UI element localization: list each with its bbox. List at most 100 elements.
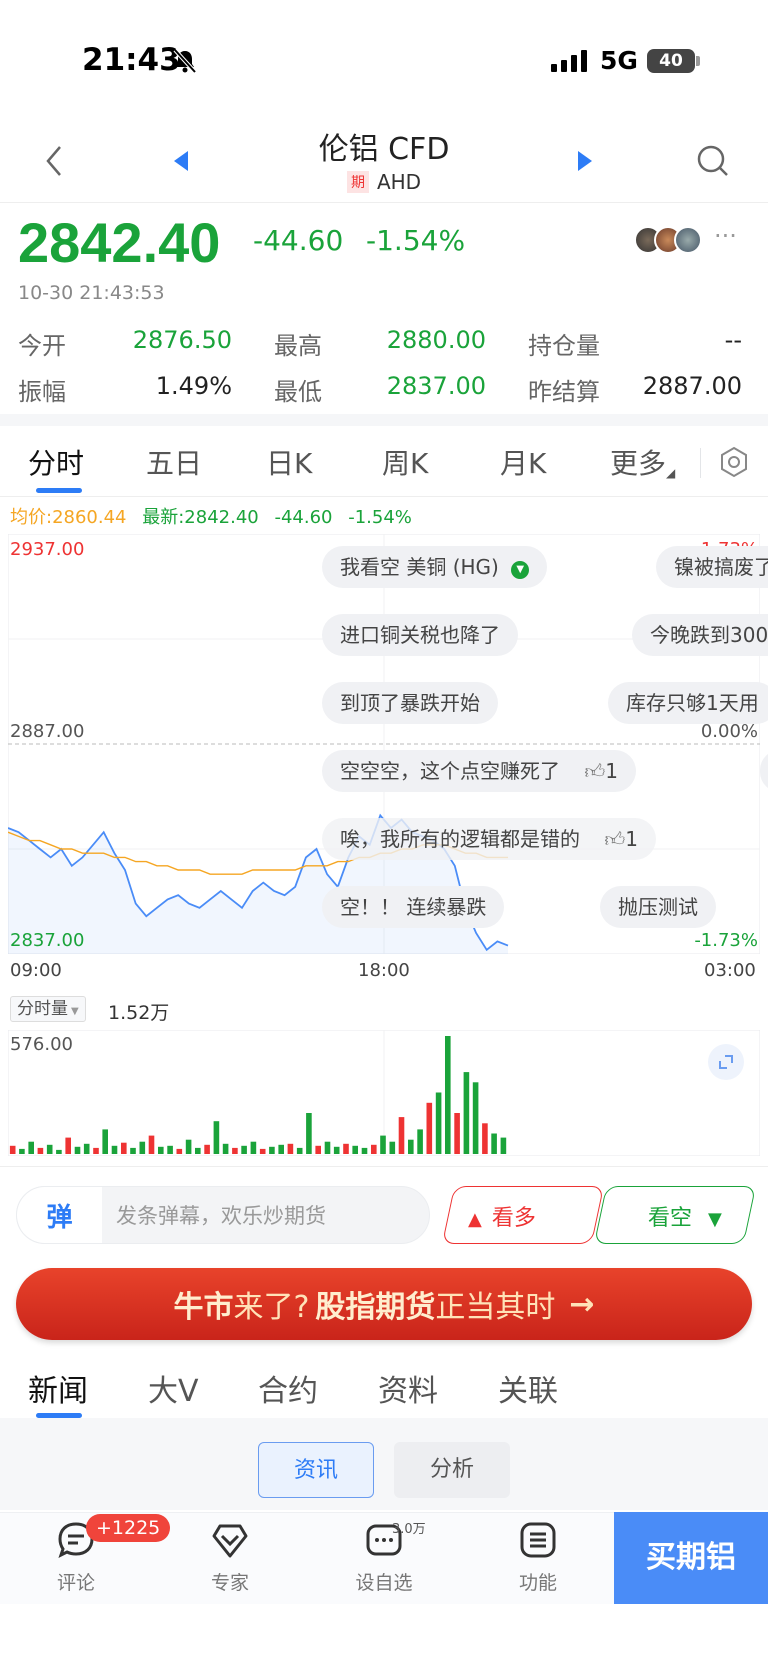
- search-icon[interactable]: [696, 144, 730, 178]
- volume-bar: [46, 1144, 53, 1154]
- volume-bar: [250, 1141, 257, 1154]
- network-type: 5G: [600, 46, 638, 75]
- volume-bar: [213, 1121, 220, 1154]
- chart-change-pct: -1.54%: [348, 507, 412, 528]
- danmu-bubble[interactable]: 库存只够1天用: [608, 682, 768, 724]
- danmu-icon: 弹: [46, 1202, 73, 1233]
- volume-bar: [19, 1148, 25, 1154]
- volume-bar: [121, 1142, 127, 1154]
- volume-bar: [167, 1145, 173, 1154]
- time-label: 18:00: [358, 960, 410, 981]
- volume-bar: [361, 1147, 368, 1154]
- tab-five-day[interactable]: 五日: [146, 442, 202, 482]
- danmu-bubble[interactable]: 到顶了暴跌开始: [322, 682, 498, 724]
- danmu-bubble[interactable]: 我看空 美铜 (HG) ▼: [322, 546, 548, 588]
- volume-bar: [269, 1146, 275, 1154]
- danmu-bubble[interactable]: 唉，我所有的逻辑都是错的 👍︎1: [322, 818, 656, 860]
- volume-bar: [185, 1139, 192, 1154]
- stat-value: 2887.00: [642, 372, 742, 400]
- banner-text-4: 正当其时: [435, 1290, 556, 1325]
- avatar-group[interactable]: [634, 226, 702, 254]
- tab-weekly-k[interactable]: 周K: [382, 442, 428, 482]
- stat-label: 最高: [274, 332, 322, 360]
- danmu-layer: 我看空 美铜 (HG) ▼ 镍被搞废了 进口铜关税也降了 今晚跌到3000 到顶…: [0, 540, 768, 940]
- stat-value: 2880.00: [386, 326, 486, 354]
- tab-big-v[interactable]: 大V: [148, 1366, 199, 1410]
- chart-info: 均价:2860.44 最新:2842.40 -44.60 -1.54%: [10, 503, 412, 529]
- battery-icon: 40: [647, 49, 695, 73]
- danmu-bubble[interactable]: 进口铜关税也降了: [322, 614, 518, 656]
- volume-bar: [222, 1143, 229, 1154]
- volume-bar: [287, 1143, 294, 1154]
- danmu-bubble[interactable]: 空空空，这个点空赚死了 👍︎1: [322, 750, 636, 792]
- tab-related[interactable]: 关联: [498, 1366, 558, 1410]
- nav-expert[interactable]: 专家: [180, 1520, 280, 1595]
- tab-contract[interactable]: 合约: [258, 1366, 318, 1410]
- buy-button[interactable]: 买期铝: [614, 1512, 768, 1604]
- volume-bar: [491, 1133, 497, 1154]
- latest-price-label: 最新:2842.40: [142, 507, 259, 528]
- next-instrument-icon[interactable]: [576, 150, 594, 172]
- thumbs-up-icon: 👍︎: [584, 759, 606, 783]
- tab-intraday[interactable]: 分时: [28, 442, 84, 482]
- more-dots-icon[interactable]: ···: [714, 222, 737, 250]
- danmu-bubble[interactable]: 镍被搞废了: [656, 546, 768, 588]
- tab-monthly-k[interactable]: 月K: [500, 442, 546, 482]
- volume-bar: [463, 1072, 470, 1154]
- stat-label: 持仓量: [528, 332, 600, 360]
- like-count: 1: [625, 827, 638, 851]
- settings-icon[interactable]: [718, 446, 750, 478]
- nav-functions[interactable]: 功能: [488, 1520, 588, 1595]
- promo-banner[interactable]: 牛市 来了? 股指期货 正当其时 →: [16, 1268, 752, 1340]
- avg-price-label: 均价:2860.44: [10, 507, 127, 528]
- danmu-toggle[interactable]: 弹: [16, 1186, 102, 1244]
- volume-bar: [454, 1113, 460, 1154]
- bubble-text: 我看空 美铜 (HG): [340, 555, 499, 579]
- volume-bar: [445, 1036, 451, 1154]
- volume-bar: [352, 1145, 358, 1154]
- watchlist-count: 3.0万: [392, 1522, 426, 1537]
- volume-bar: [37, 1147, 44, 1154]
- stat-label: 今开: [18, 332, 66, 360]
- bear-label: 看空: [648, 1206, 693, 1231]
- danmu-bubble[interactable]: 今晚跌到3000: [632, 614, 768, 656]
- avatar: [674, 226, 702, 254]
- expand-button[interactable]: [708, 1044, 744, 1080]
- futures-tag: 期: [346, 171, 369, 193]
- stat-label: 昨结算: [528, 378, 600, 406]
- volume-selector[interactable]: 分时量 ▼: [10, 996, 86, 1022]
- volume-bar: [417, 1129, 423, 1154]
- volume-bar: [389, 1141, 396, 1154]
- volume-bar: [158, 1146, 164, 1154]
- tab-news[interactable]: 新闻: [28, 1366, 88, 1410]
- danmu-bubble[interactable]: 抛压测试: [600, 886, 716, 928]
- volume-bar: [398, 1117, 405, 1154]
- chip-analysis[interactable]: 分析: [394, 1442, 510, 1498]
- volume-bar: [232, 1147, 238, 1154]
- price-change-pct: -1.54%: [366, 224, 466, 257]
- bear-label-wrap: 看空 ▼: [648, 1200, 722, 1232]
- volume-bar: [102, 1129, 108, 1154]
- volume-bar: [56, 1149, 62, 1154]
- tab-separator: [700, 448, 701, 478]
- battery-tip: [696, 56, 700, 66]
- volume-bar: [148, 1135, 155, 1154]
- active-tab-indicator: [36, 488, 82, 493]
- volume-bar: [306, 1113, 312, 1154]
- volume-bar: [380, 1135, 386, 1154]
- last-price: 2842.40: [18, 211, 221, 274]
- tab-daily-k[interactable]: 日K: [266, 442, 312, 482]
- heart-down-icon: ▼: [708, 1209, 722, 1230]
- tab-info[interactable]: 资料: [378, 1366, 438, 1410]
- code-text: AHD: [376, 170, 422, 194]
- danmu-bubble[interactable]: 空！！ 连续暴跌: [322, 886, 505, 928]
- thumbs-up-icon: 👍︎: [604, 827, 626, 851]
- page-title: 伦铝 CFD: [318, 132, 450, 167]
- volume-bar: [204, 1144, 210, 1154]
- chip-news[interactable]: 资讯: [258, 1442, 374, 1498]
- banner-text-2: 来了?: [233, 1290, 310, 1325]
- instrument-code: 期 AHD: [0, 170, 768, 194]
- nav-watchlist-label: 设自选: [355, 1572, 413, 1594]
- chart-change: -44.60: [274, 507, 333, 528]
- tab-more[interactable]: 更多◢: [610, 442, 675, 482]
